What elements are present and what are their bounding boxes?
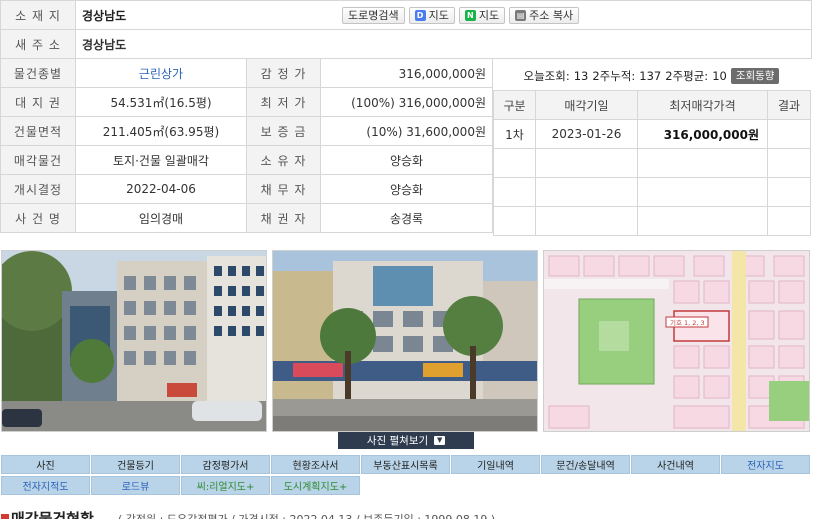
min-price-value: (100%) 316,000,000원 (320, 87, 493, 117)
road-search-button[interactable]: 도로명검색 (342, 6, 405, 24)
copy-address-button[interactable]: ▤ 주소 복사 (509, 6, 580, 24)
tab-e-cadastral-map[interactable]: 전자지적도 (1, 476, 90, 495)
property-type-value[interactable]: 근린상가 (75, 58, 247, 88)
bid-round: 1차 (493, 119, 536, 149)
tab-roadview[interactable]: 로드뷰 (91, 476, 180, 495)
chevron-down-icon: ▼ (434, 436, 446, 445)
tab-appraisal-report[interactable]: 감정평가서 (181, 455, 270, 474)
tab-case-history[interactable]: 사건내역 (631, 455, 720, 474)
location-map[interactable]: 기호 1, 2, 3 (543, 250, 810, 432)
location-label: 소 재 지 (0, 0, 76, 30)
owner-value: 양승화 (320, 145, 493, 175)
tab-status-report[interactable]: 현황조사서 (271, 455, 360, 474)
land-right-value: 54.531㎡(16.5평) (75, 87, 247, 117)
appraisal-label: 감 정 가 (246, 58, 321, 88)
row-location: 소 재 지 경상남도 도로명검색 D 지도 N 지도 ▤ 주소 복사 (0, 0, 813, 30)
case-name-value: 임의경매 (75, 203, 247, 233)
col-round: 구분 (493, 90, 536, 120)
bid-empty-row (493, 206, 811, 236)
bid-row: 1차 2023-01-26 316,000,000원 (493, 119, 811, 149)
tab-urban-planning-map-plus[interactable]: 도시계획지도+ (271, 476, 360, 495)
sale-item-value: 토지·건물 일괄매각 (75, 145, 247, 175)
view-stats: 오늘조회: 13 2주누적: 137 2주평균: 10 조회동향 (493, 62, 810, 90)
daum-map-button[interactable]: D 지도 (408, 6, 455, 24)
start-decision-value: 2022-04-06 (75, 174, 247, 204)
start-decision-label: 개시결정 (0, 174, 76, 204)
bid-empty-row (493, 148, 811, 178)
naver-map-icon: N (464, 9, 476, 21)
tab-building-registry[interactable]: 건물등기 (91, 455, 180, 474)
creditor-value: 송경록 (320, 203, 493, 233)
document-tabs: 사진 건물등기 감정평가서 현황조사서 부동산표시목록 기일내역 문건/송달내역… (1, 455, 810, 495)
col-min-price: 최저매각가격 (637, 90, 768, 120)
col-result: 결과 (767, 90, 811, 120)
tab-property-list[interactable]: 부동산표시목록 (361, 455, 450, 474)
deposit-label: 보 증 금 (246, 116, 321, 146)
location-value: 경상남도 (82, 8, 127, 23)
bid-price: 316,000,000원 (637, 119, 768, 149)
cadastral-map-image: 기호 1, 2, 3 (544, 251, 809, 431)
debtor-label: 채 무 자 (246, 174, 321, 204)
debtor-value: 양승화 (320, 174, 493, 204)
tab-document-history[interactable]: 문건/송달내역 (541, 455, 630, 474)
property-type-label: 물건종별 (0, 58, 76, 88)
today-views: 13 (573, 69, 589, 83)
tab-e-map[interactable]: 전자지도 (721, 455, 810, 474)
col-sale-date: 매각기일 (535, 90, 638, 120)
section-bullet-icon (1, 514, 9, 519)
appraisal-value: 316,000,000원 (320, 58, 493, 88)
row-new-address: 새 주 소 경상남도 (0, 29, 813, 59)
min-price-label: 최 저 가 (246, 87, 321, 117)
building-area-label: 건물면적 (0, 116, 76, 146)
owner-label: 소 유 자 (246, 145, 321, 175)
bid-header-row: 구분 매각기일 최저매각가격 결과 (493, 90, 811, 120)
creditor-label: 채 권 자 (246, 203, 321, 233)
building-photo-1[interactable] (1, 250, 267, 432)
new-address-label: 새 주 소 (0, 29, 76, 59)
map-marker-label: 기호 1, 2, 3 (670, 318, 705, 327)
section-title: 매각물건현황 (1, 508, 94, 519)
bid-date: 2023-01-26 (535, 119, 638, 149)
bid-empty-row (493, 177, 811, 207)
new-address-value: 경상남도 (74, 29, 813, 59)
tab-photos[interactable]: 사진 (1, 455, 90, 474)
bid-result (767, 119, 811, 149)
section-subtitle: ( 감정원 : 도우감정평가 / 가격시점 : 2022.04.13 / 보존등… (118, 511, 495, 519)
twoweek-views: 137 (639, 69, 662, 83)
view-trend-button[interactable]: 조회동향 (730, 68, 780, 84)
deposit-value: (10%) 31,600,000원 (320, 116, 493, 146)
expand-photos-button[interactable]: 사진 펼쳐보기 ▼ (338, 432, 474, 449)
building-area-value: 211.405㎡(63.95평) (75, 116, 247, 146)
bid-schedule-table: 구분 매각기일 최저매각가격 결과 1차 2023-01-26 316,000,… (493, 90, 811, 236)
case-name-label: 사 건 명 (0, 203, 76, 233)
building-photo-2[interactable] (272, 250, 538, 432)
naver-map-button[interactable]: N 지도 (458, 6, 506, 24)
address-buttons: 도로명검색 D 지도 N 지도 ▤ 주소 복사 (342, 6, 580, 24)
building-photo-1-image (2, 251, 266, 431)
daum-map-icon: D (414, 9, 426, 21)
land-right-label: 대 지 권 (0, 87, 76, 117)
copy-icon: ▤ (515, 9, 527, 21)
tab-real-map-plus[interactable]: 씨:리얼지도+ (181, 476, 270, 495)
avg-views: 10 (712, 69, 727, 83)
building-photo-2-image (273, 251, 537, 431)
auction-schedule-panel: 오늘조회: 13 2주누적: 137 2주평균: 10 조회동향 구분 매각기일… (493, 62, 811, 239)
tab-date-history[interactable]: 기일내역 (451, 455, 540, 474)
sale-item-label: 매각물건 (0, 145, 76, 175)
